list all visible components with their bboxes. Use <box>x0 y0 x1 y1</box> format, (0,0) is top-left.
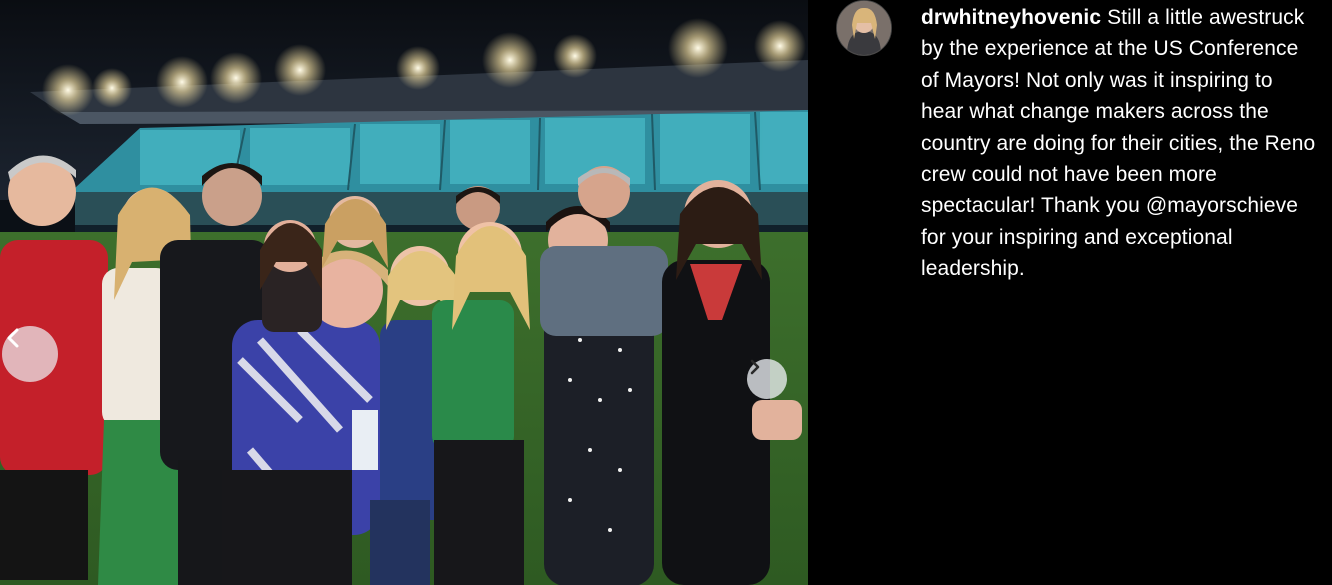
profile-avatar[interactable] <box>836 0 892 56</box>
carousel-next-button[interactable] <box>747 359 787 399</box>
username-link[interactable]: drwhitneyhovenic <box>921 6 1101 29</box>
caption-body: Still a little awestruck by the experien… <box>921 6 1316 281</box>
avatar-image <box>837 1 891 55</box>
post-photo <box>0 0 808 585</box>
chevron-right-icon <box>750 359 760 375</box>
post-caption: drwhitneyhovenic Still a little awestruc… <box>921 2 1321 285</box>
stadium-group-photo <box>0 0 808 585</box>
carousel-prev-button[interactable] <box>2 326 58 382</box>
chevron-left-icon <box>7 328 19 348</box>
